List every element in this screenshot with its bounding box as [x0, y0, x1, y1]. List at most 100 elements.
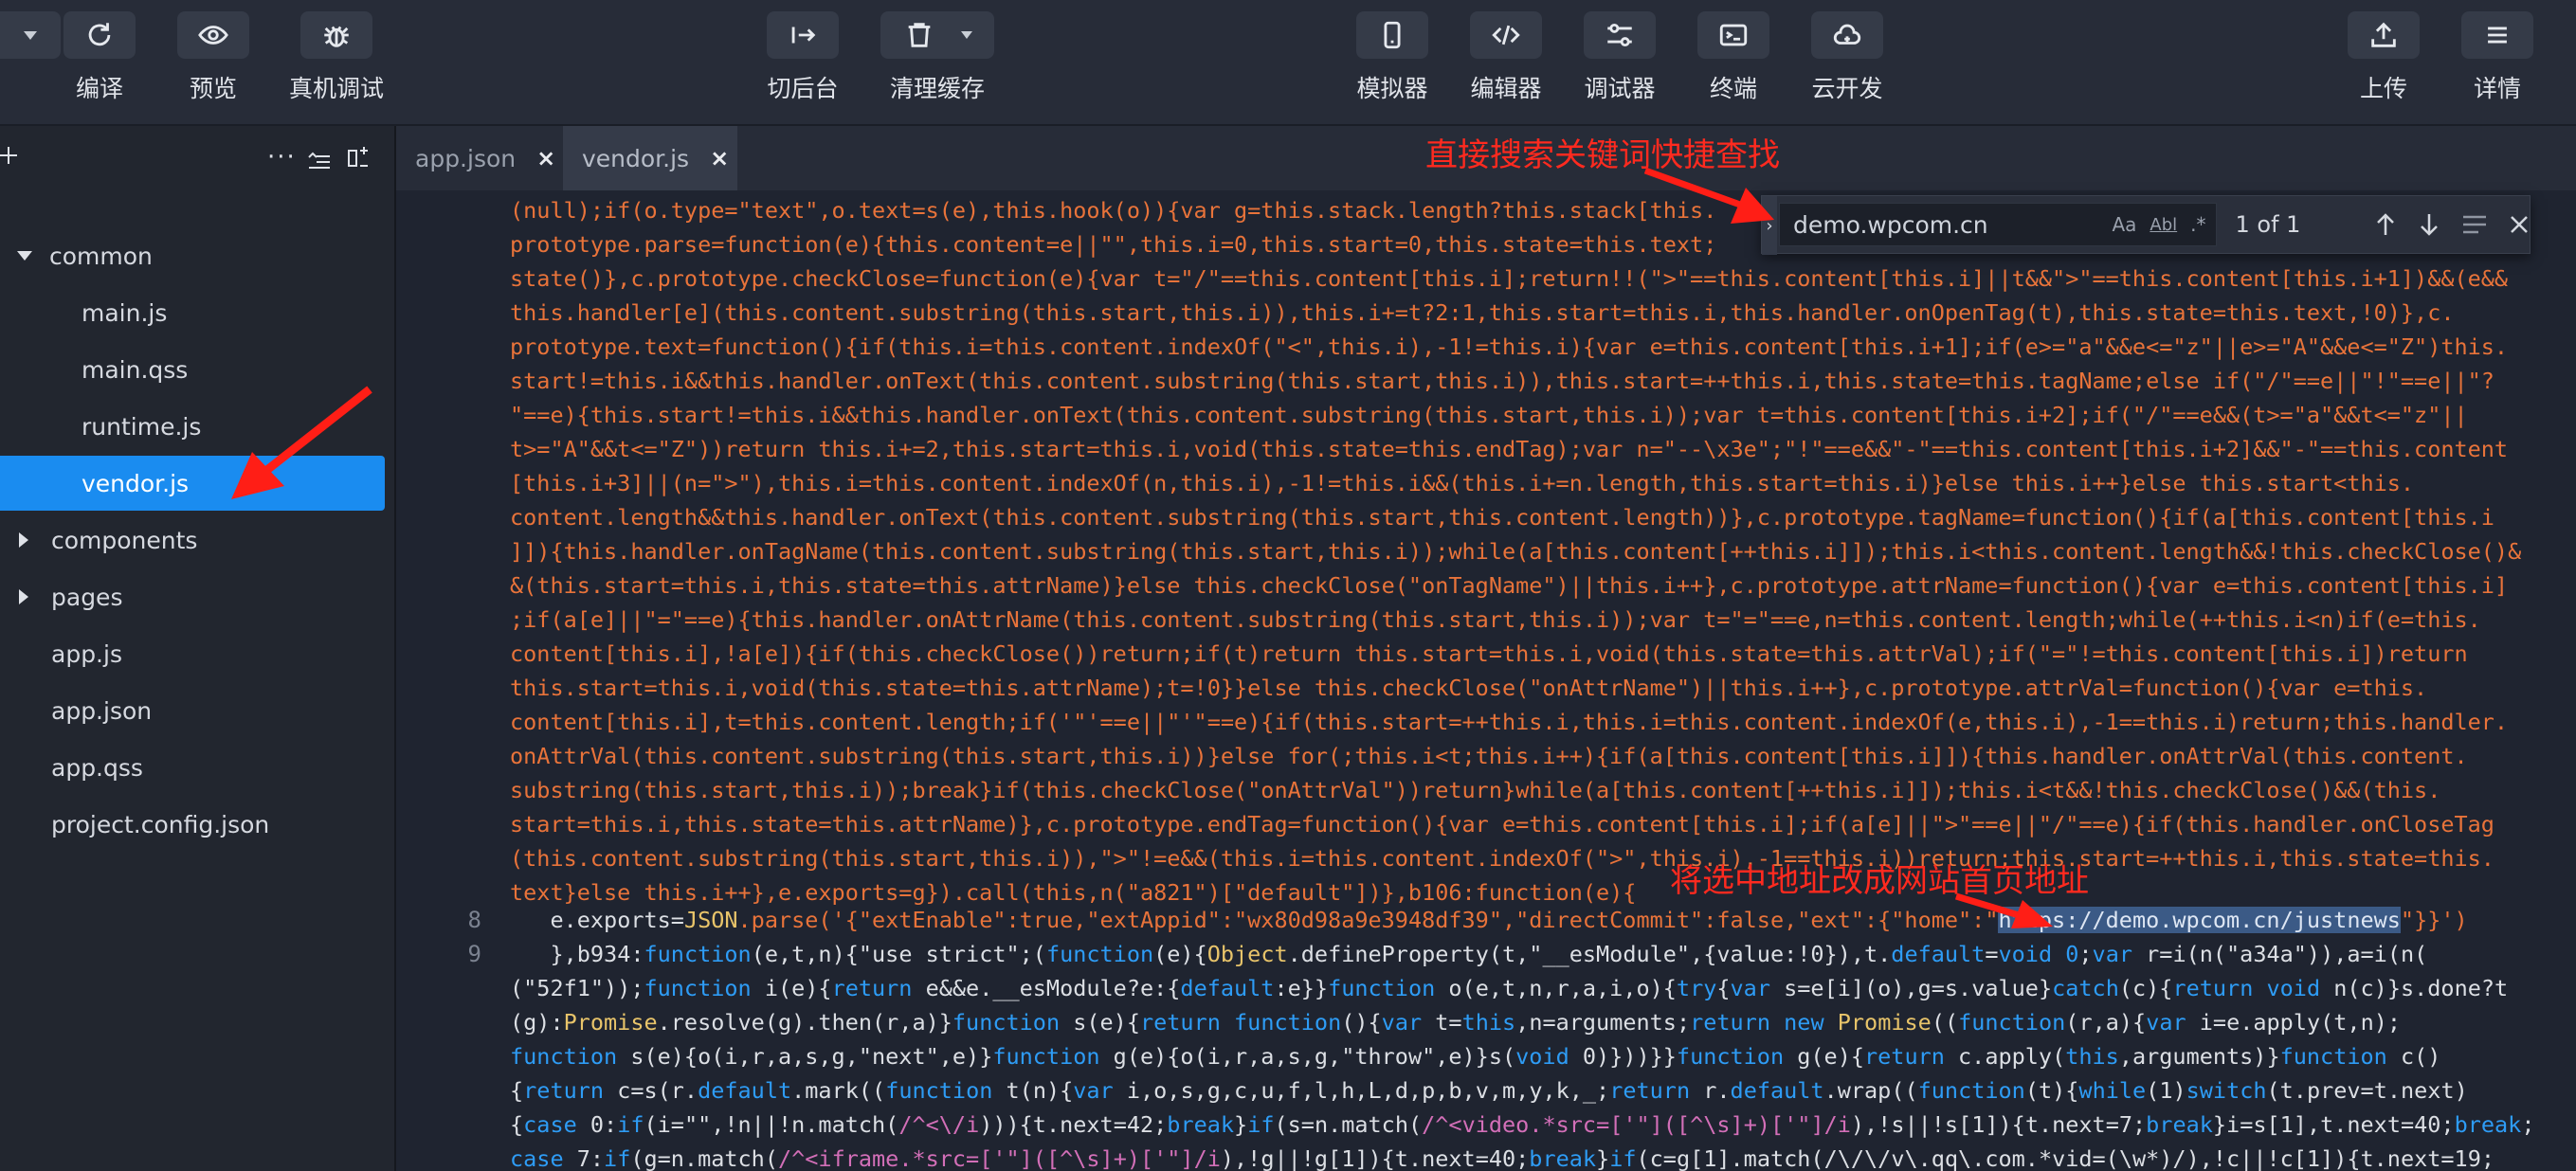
editor-label: 编辑器 — [1470, 75, 1542, 102]
chevron-down-icon — [17, 251, 32, 261]
remote-debug-button[interactable]: 真机调试 — [277, 11, 396, 117]
tree-file-app-qss[interactable]: app.qss — [0, 740, 385, 795]
code-token: .defineProperty(t,"__esModule",{value:!0… — [1287, 941, 1892, 967]
chevron-right-icon — [19, 589, 28, 604]
upload-button[interactable]: 上传 — [2324, 11, 2443, 117]
split-icon[interactable] — [347, 147, 370, 170]
code-line: substring(this.start,this.i));break}if(t… — [510, 777, 2441, 803]
compile-icon — [63, 11, 136, 59]
tree-label: main.js — [82, 298, 168, 327]
tree-file-project-config[interactable]: project.config.json — [0, 797, 385, 852]
code-line: start!=this.i&&this.handler.onText(this.… — [510, 368, 2494, 394]
code-line: prototype.text=function(){if(this.i=this… — [510, 333, 2509, 360]
tree-label: app.js — [51, 640, 122, 668]
terminal-icon — [1697, 11, 1769, 59]
code-line: function s(e){o(i,r,a,s,g,"next",e)}func… — [510, 1043, 2441, 1070]
tab-app-json[interactable]: app.json × — [396, 126, 561, 190]
tree-file-app-json[interactable]: app.json — [0, 683, 385, 738]
switch-background-label: 切后台 — [767, 75, 839, 102]
more-icon[interactable]: ··· — [267, 143, 297, 171]
code-token: .parse('{"extEnable":true,"extAppid":"wx… — [737, 907, 1999, 933]
tab-label: vendor.js — [582, 144, 690, 172]
debugger-button[interactable]: 调试器 — [1560, 11, 1679, 117]
code-token: void 0 — [1998, 941, 2079, 967]
result-count: 1 of 1 — [2235, 211, 2301, 238]
code-line: ;if(a[e]||"="==e){this.handler.onAttrNam… — [510, 606, 2481, 633]
close-icon[interactable] — [2509, 214, 2530, 235]
find-in-selection-icon[interactable] — [2461, 214, 2488, 235]
code-line: this.start=this.i,void(this.state=this.a… — [510, 675, 2428, 701]
code-line: &(this.start=this.i,this.state=this.attr… — [510, 572, 2509, 599]
code-token: function — [1045, 941, 1154, 967]
tree-folder-components[interactable]: components — [0, 513, 385, 567]
switch-background-button[interactable]: 切后台 — [743, 11, 862, 117]
cloud-dev-button[interactable]: 云开发 — [1787, 11, 1907, 117]
upload-label: 上传 — [2359, 75, 2407, 102]
tab-label: app.json — [415, 144, 517, 172]
search-input[interactable]: demo.wpcom.cn Aa Abl .* — [1779, 203, 2217, 246]
code-token: Object — [1206, 941, 1288, 967]
clear-cache-label: 清理缓存 — [889, 75, 985, 102]
code-line: state()},c.prototype.checkClose=function… — [510, 265, 2509, 292]
code-line: ("52f1"));function i(e){return e&&e.__es… — [510, 975, 2509, 1001]
arrow-down-icon[interactable] — [2418, 212, 2440, 237]
tree-label: pages — [51, 583, 123, 611]
file-explorer: ··· common main.js main.qss runtime.js v… — [0, 126, 396, 1171]
tree-label: vendor.js — [82, 469, 190, 497]
tree-file-app-js[interactable]: app.js — [0, 626, 385, 681]
simulator-button[interactable]: 模拟器 — [1333, 11, 1452, 117]
line-number: 8 — [467, 907, 481, 933]
code-line: "==e){this.start!=this.i&&this.handler.o… — [510, 402, 2468, 428]
terminal-button[interactable]: 终端 — [1674, 11, 1793, 117]
trash-icon — [880, 11, 994, 59]
annotation-arrow — [1643, 167, 1774, 224]
details-button[interactable]: 详情 — [2438, 11, 2557, 117]
tree-folder-pages[interactable]: pages — [0, 569, 385, 624]
code-line: start=this.i,this.state=this.attrName)},… — [510, 811, 2494, 838]
eye-icon — [177, 11, 249, 59]
preview-label: 预览 — [189, 75, 237, 102]
sliders-icon — [1584, 11, 1656, 59]
tree-folder-common[interactable]: common — [0, 228, 385, 283]
code-line: (g):Promise.resolve(g).then(r,a)}functio… — [510, 1009, 2402, 1036]
upload-icon — [2348, 11, 2420, 59]
arrow-up-icon[interactable] — [2374, 212, 2397, 237]
whole-word-toggle[interactable]: Abl — [2150, 215, 2177, 235]
code-line: ]]){this.handler.onTagName(this.content.… — [510, 538, 2522, 565]
remote-debug-label: 真机调试 — [288, 75, 384, 102]
tab-vendor-js[interactable]: vendor.js × — [563, 126, 737, 190]
tree-label: runtime.js — [82, 412, 202, 441]
close-icon[interactable]: × — [536, 145, 555, 171]
toolbar: 编译 预览 真机调试 切后台 清理缓存 模拟器 编辑器 调试器 终端 云开发 上… — [0, 0, 2576, 126]
compile-label: 编译 — [75, 75, 123, 102]
code-token: var — [2092, 941, 2132, 967]
bug-icon — [300, 11, 372, 59]
tree-label: project.config.json — [51, 810, 270, 838]
tree-file-main-js[interactable]: main.js — [0, 285, 385, 340]
code-line: t>="A"&&t<="Z"))return this.i+=2,this.st… — [510, 436, 2509, 462]
editor-button[interactable]: 编辑器 — [1446, 11, 1566, 117]
code-line: [this.i+3]||(n=">"),this.i=this.content.… — [510, 470, 2415, 496]
compile-button[interactable]: 编译 — [40, 11, 159, 117]
annotation-arrow — [231, 386, 372, 499]
code-line-9: },b934:function(e,t,n){"use strict";(fun… — [510, 937, 2567, 971]
match-case-toggle[interactable]: Aa — [2112, 213, 2136, 236]
close-icon[interactable]: × — [710, 145, 729, 171]
collapse-all-icon[interactable] — [307, 149, 332, 170]
regex-toggle[interactable]: .* — [2190, 213, 2205, 236]
tree-label: common — [49, 242, 153, 270]
code-editor[interactable]: (null);if(o.type="text",o.text=s(e),this… — [396, 190, 2576, 1171]
code-icon — [1470, 11, 1542, 59]
code-token: "}}') — [2400, 907, 2468, 933]
code-token: default — [1891, 941, 1986, 967]
code-line: case 7:if(g=n.match(/^<iframe.*src=['"](… — [510, 1145, 2494, 1171]
tree-label: main.qss — [82, 355, 189, 384]
chevron-right-icon — [19, 532, 28, 548]
code-token: (e){ — [1153, 941, 1207, 967]
code-line: content.length&&this.handler.onText(this… — [510, 504, 2494, 531]
clear-cache-button[interactable]: 清理缓存 — [878, 11, 997, 117]
selected-url[interactable]: https://demo.wpcom.cn/justnews — [1998, 907, 2401, 933]
annotation-arrow — [1954, 892, 2053, 928]
preview-button[interactable]: 预览 — [154, 11, 273, 117]
cloud-icon — [1811, 11, 1883, 59]
